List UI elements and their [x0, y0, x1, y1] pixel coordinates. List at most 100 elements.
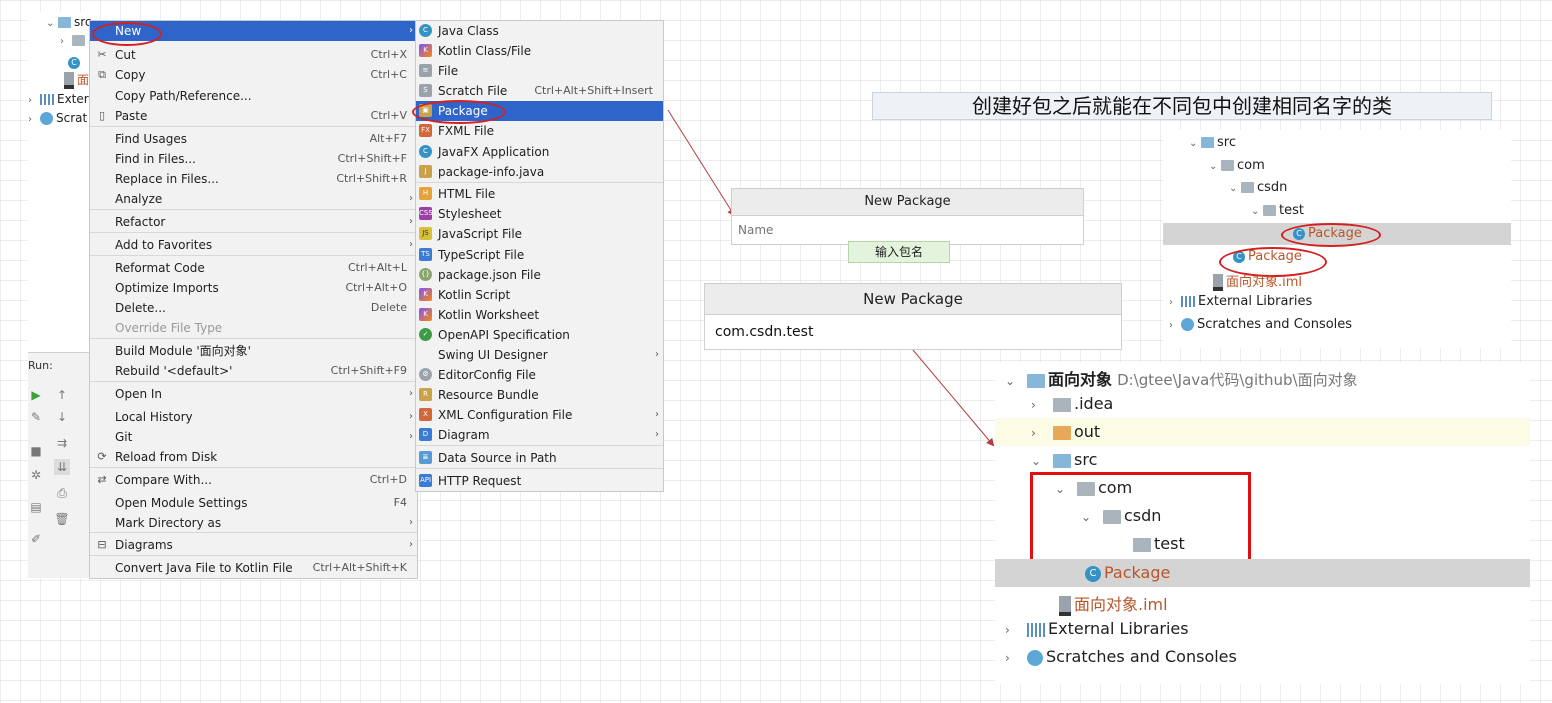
menu-item-diagrams[interactable]: ⊟ Diagrams ›	[90, 535, 417, 555]
menu-item-open-module-settings[interactable]: Open Module Settings F4	[90, 493, 417, 513]
submenu-item-kotlin-worksheet[interactable]: K Kotlin Worksheet	[416, 305, 663, 325]
submenu-item-resource-bundle[interactable]: R Resource Bundle	[416, 385, 663, 405]
submenu-item-data-source-in-path[interactable]: ≣ Data Source in Path	[416, 448, 663, 468]
tree-item-com[interactable]: ⌄ com	[1209, 158, 1265, 173]
tree-item-project[interactable]: ⌄ 面向对象 D:\gtee\Java代码\github\面向对象	[1005, 366, 1358, 390]
menu-item-open-in[interactable]: Open In ›	[90, 384, 417, 404]
submenu-item-typescript-file[interactable]: TS TypeScript File	[416, 245, 663, 265]
menu-item-label: Diagrams	[115, 538, 173, 552]
menu-item-cut[interactable]: ✂ Cut Ctrl+X	[90, 45, 417, 65]
tree-item-iml[interactable]: 面向对象.iml	[1213, 271, 1302, 291]
tree-item-external-libraries[interactable]: › External Libraries	[1005, 619, 1189, 638]
menu-item-reformat-code[interactable]: Reformat Code Ctrl+Alt+L	[90, 258, 417, 278]
submenu-item-xml-configuration-file[interactable]: X XML Configuration File ›	[416, 405, 663, 425]
tree-item-package[interactable]: C Package	[1085, 563, 1170, 582]
submenu-item-javascript-file[interactable]: JS JavaScript File	[416, 224, 663, 244]
menu-item-label: Convert Java File to Kotlin File	[115, 561, 293, 575]
menu-item-copy-path-reference[interactable]: Copy Path/Reference...	[90, 86, 417, 106]
menu-item-reload-from-disk[interactable]: ⟳ Reload from Disk	[90, 447, 417, 467]
chevron-down-icon: ⌄	[1209, 161, 1218, 172]
menu-item-icon: ⇄	[97, 473, 107, 486]
arrow-down-icon[interactable]: ↓	[54, 409, 70, 425]
package-name-input[interactable]	[713, 318, 1117, 346]
menu-item-convert-java-file-to-kotlin-file[interactable]: Convert Java File to Kotlin File Ctrl+Alt…	[90, 558, 417, 578]
menu-item-label: Cut	[115, 48, 136, 62]
wrench-icon[interactable]: ✎	[28, 409, 44, 425]
submenu-item-html-file[interactable]: H HTML File	[416, 184, 663, 204]
menu-item-optimize-imports[interactable]: Optimize Imports Ctrl+Alt+O	[90, 278, 417, 298]
menu-item-paste[interactable]: ▯ Paste Ctrl+V	[90, 106, 417, 126]
submenu-item-kotlin-script[interactable]: K Kotlin Script	[416, 285, 663, 305]
tree-item-src[interactable]: ⌄ src	[1031, 450, 1097, 469]
tree-item-external-libraries[interactable]: › Exter	[28, 89, 89, 109]
chevron-right-icon: ›	[655, 349, 659, 360]
menu-item-rebuild-default[interactable]: Rebuild '<default>' Ctrl+Shift+F9	[90, 361, 417, 381]
menu-item-build-module[interactable]: Build Module '面向对象'	[90, 341, 417, 361]
menu-item-copy[interactable]: ⧉ Copy Ctrl+C	[90, 65, 417, 85]
submenu-item-package-json-file[interactable]: {} package.json File	[416, 265, 663, 285]
menu-item-delete[interactable]: Delete... Delete	[90, 298, 417, 318]
submenu-item-diagram[interactable]: D Diagram ›	[416, 425, 663, 445]
submenu-item-http-request[interactable]: API HTTP Request	[416, 471, 663, 491]
package-name-input[interactable]	[736, 219, 1076, 241]
submenu-item-swing-ui-designer[interactable]: Swing UI Designer ›	[416, 345, 663, 365]
submenu-item-editorconfig-file[interactable]: ⚙ EditorConfig File	[416, 365, 663, 385]
menu-item-local-history[interactable]: Local History ›	[90, 407, 417, 427]
menu-item-analyze[interactable]: Analyze ›	[90, 189, 417, 209]
menu-item-refactor[interactable]: Refactor ›	[90, 212, 417, 232]
tree-item-csdn[interactable]: ⌄ csdn	[1229, 180, 1287, 195]
chevron-right-icon: ›	[1005, 623, 1010, 637]
scroll-to-end-icon[interactable]: ⇊	[54, 459, 70, 475]
menu-item-find-usages[interactable]: Find Usages Alt+F7	[90, 129, 417, 149]
menu-item-find-in-files[interactable]: Find in Files... Ctrl+Shift+F	[90, 149, 417, 169]
submenu-item-label: OpenAPI Specification	[438, 328, 570, 342]
debug-icon[interactable]: ✲	[28, 467, 44, 483]
submenu-item-openapi-specification[interactable]: ✓ OpenAPI Specification	[416, 325, 663, 345]
chevron-down-icon: ⌄	[1251, 206, 1260, 217]
menu-item-override-file-type[interactable]: Override File Type	[90, 318, 417, 338]
stop-icon[interactable]: ■	[28, 443, 44, 459]
tree-item-scratches[interactable]: › Scratches and Consoles	[1169, 317, 1352, 332]
tree-item-iml[interactable]: 面向对象.iml	[1059, 591, 1168, 616]
menu-item-replace-in-files[interactable]: Replace in Files... Ctrl+Shift+R	[90, 169, 417, 189]
tree-item-scratches[interactable]: › Scrat	[28, 108, 87, 128]
tree-item-collapsed[interactable]: ›	[60, 30, 88, 50]
tree-item-out[interactable]: › out	[1031, 422, 1100, 441]
tree-item-iml[interactable]: 面	[64, 70, 89, 90]
submenu-item-java-class[interactable]: C Java Class	[416, 21, 663, 41]
tree-item-class[interactable]: C	[68, 52, 83, 72]
scratches-icon	[40, 112, 53, 125]
submenu-item-package-info-java[interactable]: Jpackage-info.java	[416, 162, 663, 182]
menu-item-shortcut: Delete	[370, 301, 407, 314]
submenu-item-file[interactable]: ≡ File	[416, 61, 663, 81]
pin-icon[interactable]: ✐	[28, 531, 44, 547]
layout-icon[interactable]: ▤	[28, 499, 44, 515]
chevron-down-icon: ⌄	[1189, 138, 1198, 149]
http-request-icon: API	[419, 474, 432, 487]
submenu-item-scratch-file[interactable]: S Scratch File Ctrl+Alt+Shift+Insert	[416, 81, 663, 101]
menu-item-git[interactable]: Git ›	[90, 427, 417, 447]
submenu-item-javafx-application[interactable]: C JavaFX Application	[416, 142, 663, 162]
trash-icon[interactable]: 🗑	[54, 511, 70, 527]
menu-item-compare-with[interactable]: ⇄ Compare With... Ctrl+D	[90, 470, 417, 490]
tree-item-test[interactable]: ⌄ test	[1251, 203, 1304, 218]
submenu-item-label: File	[438, 64, 459, 78]
java-class-icon: C	[419, 24, 432, 37]
submenu-item-fxml-file[interactable]: FX FXML File	[416, 121, 663, 141]
print-icon[interactable]: ⎙	[54, 485, 70, 501]
run-icon[interactable]: ▶	[28, 387, 44, 403]
menu-item-mark-directory-as[interactable]: Mark Directory as ›	[90, 513, 417, 533]
menu-item-shortcut: Ctrl+Alt+Shift+K	[312, 561, 407, 574]
javafx-application-icon: C	[419, 145, 432, 158]
soft-wrap-icon[interactable]: ⇉	[54, 435, 70, 451]
tree-item-scratches[interactable]: › Scratches and Consoles	[1005, 647, 1237, 666]
tree-item-src[interactable]: ⌄ src	[1189, 135, 1236, 150]
menu-item-add-to-favorites[interactable]: Add to Favorites ›	[90, 235, 417, 255]
tree-item-src[interactable]: ⌄ src	[46, 12, 92, 32]
tree-item-external-libraries[interactable]: › External Libraries	[1169, 294, 1312, 309]
menu-item-label: Mark Directory as	[115, 516, 222, 530]
tree-item-idea[interactable]: › .idea	[1031, 394, 1113, 413]
submenu-item-stylesheet[interactable]: CSS Stylesheet	[416, 204, 663, 224]
arrow-up-icon[interactable]: ↑	[54, 387, 70, 403]
submenu-item-kotlin-class-file[interactable]: K Kotlin Class/File	[416, 41, 663, 61]
